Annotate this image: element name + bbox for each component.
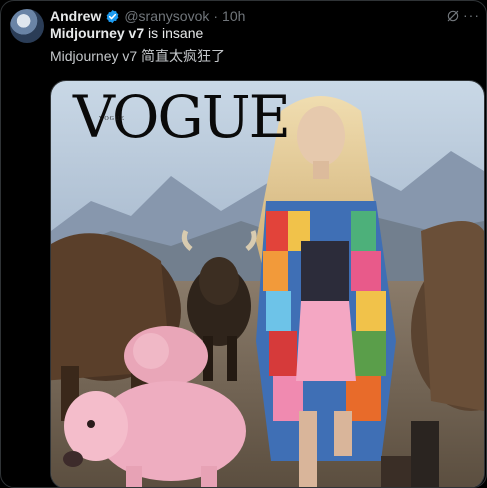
- separator-dot: ·: [213, 8, 219, 24]
- tweet-card[interactable]: Andrew @sranysovok · 10h ··· Midjourney …: [0, 0, 487, 488]
- tweet-header: Andrew @sranysovok · 10h: [50, 7, 245, 25]
- magazine-subtitle: VOGUE: [99, 116, 125, 122]
- tweet-image[interactable]: VOGUE VOGUE: [50, 80, 485, 487]
- tweet-text-rest: is insane: [144, 25, 204, 41]
- author-handle[interactable]: @sranysovok: [124, 8, 209, 24]
- avatar[interactable]: [10, 9, 44, 43]
- tweet-translation: Midjourney v7 简直太疯狂了: [50, 48, 226, 64]
- more-options-icon[interactable]: ···: [463, 7, 480, 23]
- verified-badge-icon: [106, 9, 119, 23]
- grok-icon[interactable]: [446, 9, 460, 23]
- author-name[interactable]: Andrew: [50, 8, 101, 24]
- tweet-text-bold: Midjourney v7: [50, 25, 145, 41]
- timestamp[interactable]: 10h: [222, 8, 245, 24]
- tweet-text: Midjourney v7 is insane: [50, 25, 203, 41]
